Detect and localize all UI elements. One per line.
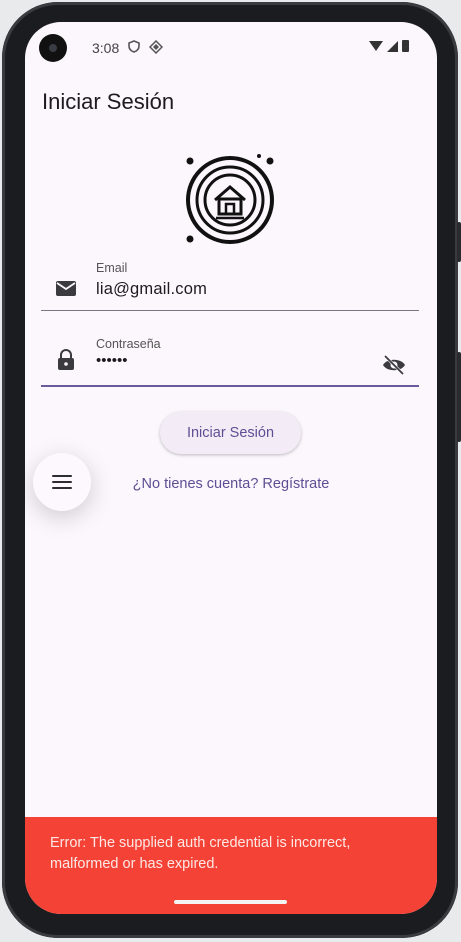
register-link-text[interactable]: ¿No tienes cuenta? Regístrate bbox=[133, 476, 330, 492]
front-camera bbox=[39, 34, 67, 62]
home-indicator[interactable] bbox=[174, 900, 287, 904]
error-snackbar: Error: The supplied auth credential is i… bbox=[25, 817, 437, 914]
email-value[interactable]: lia@gmail.com bbox=[96, 280, 207, 299]
house-logo-icon bbox=[186, 154, 274, 244]
lock-icon bbox=[58, 349, 74, 370]
app-screen: 3:08 Iniciar Sesión Email lia@gmail.com … bbox=[25, 22, 437, 914]
email-field[interactable]: Email lia@gmail.com bbox=[41, 257, 419, 311]
cellular-icon bbox=[387, 40, 398, 52]
visibility-off-icon[interactable] bbox=[381, 355, 407, 375]
status-bar: 3:08 bbox=[25, 22, 437, 74]
power-button bbox=[457, 352, 461, 442]
page-title: Iniciar Sesión bbox=[42, 89, 175, 114]
phone-frame: 3:08 Iniciar Sesión Email lia@gmail.com … bbox=[2, 2, 461, 938]
email-label: Email bbox=[96, 261, 128, 275]
menu-icon bbox=[52, 475, 72, 493]
password-field[interactable]: Contraseña •••••• bbox=[41, 333, 419, 387]
status-right-icons bbox=[369, 40, 409, 52]
password-underline bbox=[41, 385, 419, 387]
login-button[interactable]: Iniciar Sesión bbox=[160, 412, 301, 454]
error-message: Error: The supplied auth credential is i… bbox=[50, 835, 351, 872]
wifi-icon bbox=[369, 41, 383, 51]
battery-icon bbox=[402, 40, 409, 52]
volume-button bbox=[457, 222, 461, 262]
menu-fab-button[interactable] bbox=[33, 453, 91, 511]
app-diamond-icon bbox=[148, 39, 164, 57]
password-label: Contraseña bbox=[96, 337, 161, 351]
password-value[interactable]: •••••• bbox=[96, 352, 128, 369]
status-time: 3:08 bbox=[92, 40, 120, 56]
shield-icon bbox=[128, 40, 140, 56]
email-underline bbox=[41, 310, 419, 311]
mail-icon bbox=[56, 281, 76, 296]
